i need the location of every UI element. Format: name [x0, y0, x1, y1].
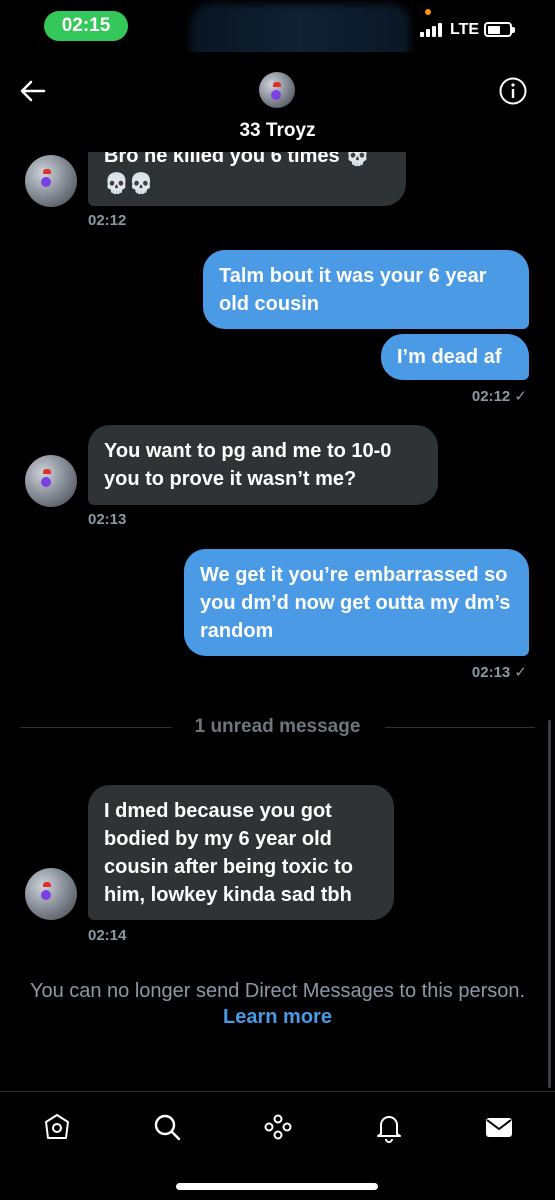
search-icon [154, 1114, 181, 1141]
message-timestamp: 02:13 ✓ [471, 664, 527, 681]
learn-more-link[interactable]: Learn more [223, 1006, 332, 1028]
message-bubble-incoming[interactable]: I dmed because you got bodied by my 6 ye… [88, 785, 394, 920]
tab-messages[interactable] [482, 1110, 516, 1144]
dm-disabled-notice: You can no longer send Direct Messages t… [20, 978, 535, 1030]
conversation-title: 33 Troyz [239, 120, 316, 141]
messages-icon [486, 1118, 512, 1137]
message-bubble-outgoing[interactable]: We get it you’re embarrassed so you dm’d… [184, 549, 529, 656]
message-text: We get it you’re embarrassed so you dm’d… [200, 564, 511, 642]
conversation-header: 33 Troyz [0, 52, 555, 152]
signal-icon [420, 23, 442, 37]
home-indicator[interactable] [176, 1183, 378, 1190]
message-timestamp: 02:12 ✓ [471, 388, 527, 405]
unread-label: 1 unread message [194, 716, 361, 737]
message-text: You want to pg and me to 10-0 you to pro… [104, 440, 392, 490]
network-label: LTE [450, 21, 480, 38]
message-bubble-outgoing[interactable]: Talm bout it was your 6 year old cousin [203, 250, 529, 329]
sender-avatar[interactable] [25, 155, 77, 207]
tab-spaces[interactable] [261, 1110, 295, 1144]
status-time: 02:15 [44, 11, 128, 41]
message-text: Bro he killed you 6 times 💀 💀💀 [104, 145, 371, 195]
message-text: Talm bout it was your 6 year old cousin [219, 265, 487, 315]
tab-notifications[interactable] [372, 1110, 406, 1144]
back-arrow-icon [20, 80, 46, 102]
notice-text: You can no longer send Direct Messages t… [29, 980, 526, 1002]
tab-home[interactable] [40, 1110, 74, 1144]
message-timestamp: 02:14 [88, 927, 127, 944]
tab-search[interactable] [150, 1110, 184, 1144]
message-text: I dmed because you got bodied by my 6 ye… [104, 800, 353, 906]
spaces-icon [264, 1114, 292, 1140]
battery-icon [484, 22, 515, 37]
info-icon [499, 77, 527, 105]
back-button[interactable] [18, 76, 48, 106]
header-avatar[interactable] [259, 72, 295, 108]
message-bubble-incoming[interactable]: You want to pg and me to 10-0 you to pro… [88, 425, 438, 505]
home-icon [45, 1114, 69, 1139]
mic-indicator-icon [425, 9, 431, 15]
sender-avatar[interactable] [25, 455, 77, 507]
message-bubble-outgoing[interactable]: I’m dead af [381, 334, 529, 380]
info-button[interactable] [498, 76, 528, 106]
sender-avatar[interactable] [25, 868, 77, 920]
scrollbar[interactable] [548, 720, 551, 1088]
notifications-icon [377, 1116, 401, 1143]
message-timestamp: 02:12 [88, 212, 127, 229]
message-timestamp: 02:13 [88, 511, 127, 528]
message-text: I’m dead af [397, 346, 502, 368]
status-bar: 02:15 LTE [0, 0, 555, 76]
